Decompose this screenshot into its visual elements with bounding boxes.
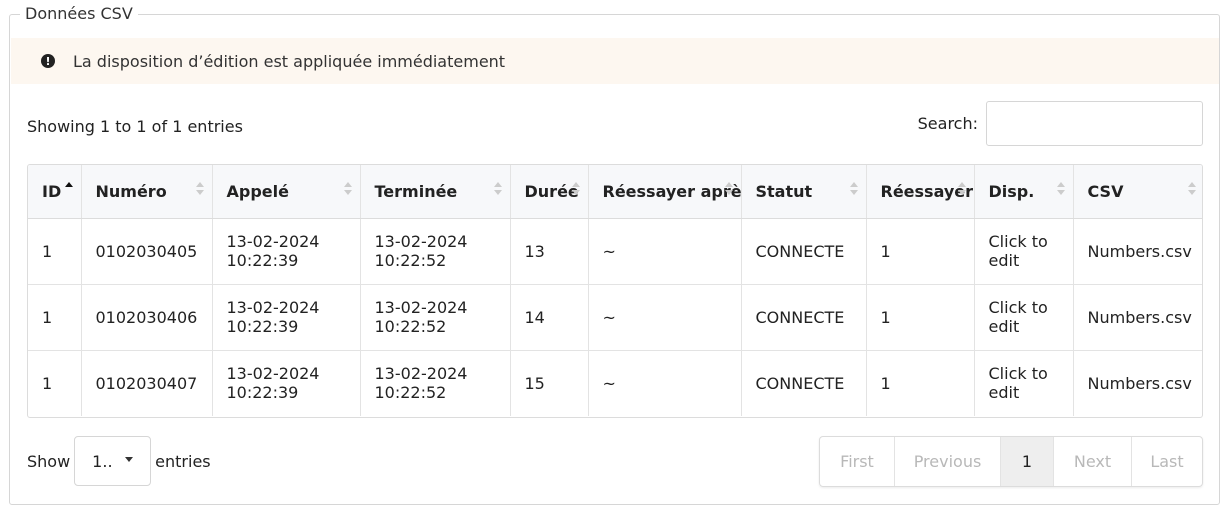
cell-reessayer: 1 [866,218,975,285]
column-header-duree[interactable]: Durée [510,165,589,219]
column-header-terminee[interactable]: Terminée [360,165,511,219]
cell-numero: 0102030406 [81,284,213,351]
show-label: Show [27,451,71,471]
info-alert: ! La disposition d’édition est appliquée… [11,38,1219,84]
cell-reessayer-apres: ~ [588,350,742,416]
cell-duree: 15 [510,350,589,416]
cell-id: 1 [28,284,82,351]
sort-icon [1188,182,1196,196]
sort-icon [195,182,204,196]
sort-icon [343,182,352,196]
cell-reessayer-apres: ~ [588,218,742,285]
cell-duree: 14 [510,284,589,351]
cell-csv: Numbers.csv [1087,373,1192,393]
page-length-value: 1.. [92,451,113,471]
table-info: Showing 1 to 1 of 1 entries [27,117,243,136]
sort-icon [1056,182,1065,196]
page-1-button[interactable]: 1 [1001,437,1054,486]
column-header-numero[interactable]: Numéro [81,165,213,219]
pagination: First Previous 1 Next Last [819,436,1203,487]
cell-numero: 0102030405 [81,218,213,285]
next-page-button[interactable]: Next [1054,437,1132,486]
cell-disp-edit[interactable]: Click to edit [974,284,1074,351]
table-row: 1 0102030407 13-02-2024 10:22:39 13-02-2… [28,350,1202,416]
cell-appele: 13-02-2024 10:22:39 [212,218,361,285]
cell-statut: CONNECTE [741,284,867,351]
panel-legend: Données CSV [20,4,138,24]
column-header-reessayer[interactable]: Réessayer [866,165,975,219]
caret-down-icon [125,457,134,462]
column-header-csv[interactable]: CSV [1073,165,1202,219]
cell-terminee: 13-02-2024 10:22:52 [360,218,511,285]
column-header-disp[interactable]: Disp. [974,165,1074,219]
data-table: ID Numéro Appelé Terminée Durée Réessaye… [27,164,1203,418]
last-page-button[interactable]: Last [1132,437,1202,486]
cell-statut: CONNECTE [741,218,867,285]
cell-disp-edit[interactable]: Click to edit [974,218,1074,285]
page-length-control: Show 1.. entries [27,436,211,486]
cell-appele: 13-02-2024 10:22:39 [212,350,361,416]
cell-numero: 0102030407 [81,350,213,416]
cell-disp-edit[interactable]: Click to edit [974,350,1074,416]
cell-duree: 13 [510,218,589,285]
search-input[interactable] [986,101,1203,146]
sort-icon [957,182,966,196]
sort-icon [724,182,733,196]
cell-terminee: 13-02-2024 10:22:52 [360,350,511,416]
table-row: 1 0102030405 13-02-2024 10:22:39 13-02-2… [28,218,1202,285]
cell-reessayer-apres: ~ [588,284,742,351]
exclamation-circle-icon: ! [41,54,55,68]
cell-id: 1 [28,350,82,416]
sort-icon [493,182,502,196]
first-page-button[interactable]: First [820,437,895,486]
column-header-statut[interactable]: Statut [741,165,867,219]
cell-id: 1 [28,218,82,285]
sort-asc-icon [64,182,73,196]
cell-terminee: 13-02-2024 10:22:52 [360,284,511,351]
cell-reessayer: 1 [866,284,975,351]
entries-label: entries [155,451,211,471]
search-area: Search: [918,101,1203,146]
table-row: 1 0102030406 13-02-2024 10:22:39 13-02-2… [28,284,1202,351]
alert-text: La disposition d’édition est appliquée i… [73,51,506,71]
sort-icon [571,182,580,196]
cell-csv: Numbers.csv [1073,284,1202,351]
table-header-row: ID Numéro Appelé Terminée Durée Réessaye… [28,165,1202,219]
column-header-reessayer-apres[interactable]: Réessayer après [588,165,742,219]
cell-csv: Numbers.csv [1073,218,1202,285]
page-length-select[interactable]: 1.. [74,436,152,486]
previous-page-button[interactable]: Previous [895,437,1001,486]
cell-appele: 13-02-2024 10:22:39 [212,284,361,351]
column-header-id[interactable]: ID [28,165,82,219]
search-label: Search: [917,114,978,133]
column-header-appele[interactable]: Appelé [212,165,361,219]
cell-reessayer: 1 [866,350,975,416]
cell-statut: CONNECTE [741,350,867,416]
sort-icon [849,182,858,196]
